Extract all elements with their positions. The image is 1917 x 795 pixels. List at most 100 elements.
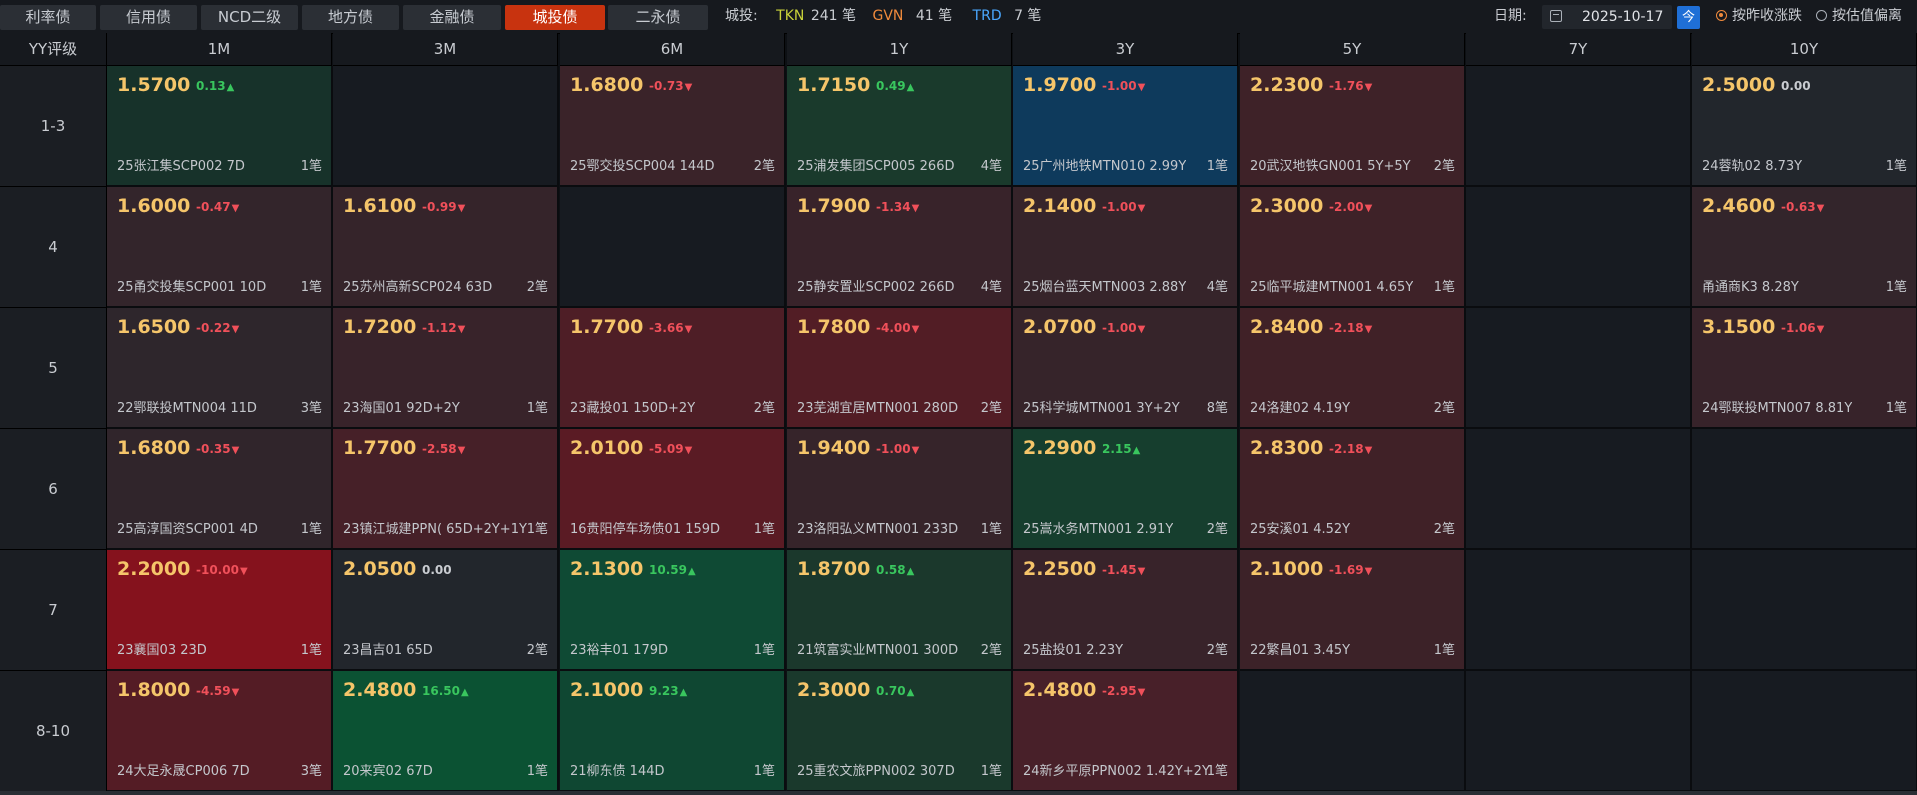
radio-label: 按昨收涨跌 bbox=[1732, 8, 1802, 24]
quote-cell[interactable]: 2.1300 10.59▲ 23裕丰01 179D 1笔 bbox=[560, 550, 786, 671]
radio-label: 按估值偏离 bbox=[1832, 8, 1902, 24]
tab-1[interactable]: 信用债 bbox=[100, 5, 197, 30]
yield-value: 1.6800 bbox=[117, 437, 191, 459]
quote-cell[interactable]: 1.6500 -0.22▼ 22鄂联投MTN004 11D 3笔 bbox=[107, 308, 333, 429]
quote-cell[interactable]: 2.3000 0.70▲ 25重农文旅PPN002 307D 1笔 bbox=[787, 671, 1013, 792]
date-picker[interactable]: 2025-10-17 bbox=[1542, 5, 1672, 29]
bond-name: 25甬交投集SCP001 10D bbox=[117, 280, 267, 295]
quote-cell[interactable]: 2.1000 -1.69▼ 22繁昌01 3.45Y 1笔 bbox=[1240, 550, 1466, 671]
quote-cell[interactable]: 1.8700 0.58▲ 21筑富实业MTN001 300D 2笔 bbox=[787, 550, 1013, 671]
change-value: 9.23▲ bbox=[649, 684, 687, 698]
radio-valuation-deviation[interactable]: 按估值偏离 bbox=[1816, 0, 1902, 33]
yield-value: 1.7900 bbox=[797, 195, 871, 217]
change-value: 0.00 bbox=[422, 563, 452, 577]
quote-cell[interactable]: 1.7900 -1.34▼ 25静安置业SCP002 266D 4笔 bbox=[787, 187, 1013, 308]
row-label: 4 bbox=[0, 187, 107, 308]
tab-5[interactable]: 城投债 bbox=[505, 5, 605, 30]
arrow-down-icon: ▼ bbox=[457, 203, 466, 214]
quote-cell[interactable]: 1.7800 -4.00▼ 23芜湖宜居MTN001 280D 2笔 bbox=[787, 308, 1013, 429]
change-value: -1.00▼ bbox=[1102, 200, 1145, 214]
quote-cell[interactable]: 1.6800 -0.73▼ 25鄂交投SCP004 144D 2笔 bbox=[560, 66, 786, 187]
quote-cell[interactable]: 2.2500 -1.45▼ 25盐投01 2.23Y 2笔 bbox=[1013, 550, 1239, 671]
tab-2[interactable]: NCD二级 bbox=[201, 5, 298, 30]
quote-cell[interactable]: 2.0700 -1.00▼ 25科学城MTN001 3Y+2Y 8笔 bbox=[1013, 308, 1239, 429]
calendar-icon[interactable] bbox=[1550, 10, 1562, 22]
quote-cell[interactable]: 2.5000 0.00 24蓉轨02 8.73Y 1笔 bbox=[1692, 66, 1917, 187]
row-label: 1-3 bbox=[0, 66, 107, 187]
tab-3[interactable]: 地方债 bbox=[302, 5, 399, 30]
column-header-1M[interactable]: 1M bbox=[107, 33, 332, 66]
column-header-3Y[interactable]: 3Y bbox=[1013, 33, 1238, 66]
quote-cell[interactable]: 2.8400 -2.18▼ 24洛建02 4.19Y 2笔 bbox=[1240, 308, 1466, 429]
empty-cell bbox=[1466, 308, 1692, 429]
quote-cell[interactable]: 2.4800 -2.95▼ 24新乡平原PPN002 1.42Y+2Y 1笔 bbox=[1013, 671, 1239, 792]
quote-cell[interactable]: 2.2900 2.15▲ 25嵩水务MTN001 2.91Y 2笔 bbox=[1013, 429, 1239, 550]
change-value: 0.70▲ bbox=[876, 684, 914, 698]
tab-6[interactable]: 二永债 bbox=[608, 5, 708, 30]
trade-count: 1笔 bbox=[1433, 643, 1455, 658]
date-value: 2025-10-17 bbox=[1582, 9, 1664, 25]
quote-cell[interactable]: 1.9400 -1.00▼ 23洛阳弘义MTN001 233D 1笔 bbox=[787, 429, 1013, 550]
change-text: -1.00 bbox=[1102, 200, 1137, 214]
column-header-10Y[interactable]: 10Y bbox=[1692, 33, 1917, 66]
quote-cell[interactable]: 2.4800 16.50▲ 20来宾02 67D 1笔 bbox=[333, 671, 559, 792]
change-value: -2.58▼ bbox=[422, 442, 465, 456]
change-value: 10.59▲ bbox=[649, 563, 696, 577]
trade-count: 1笔 bbox=[300, 280, 322, 295]
change-value: -1.69▼ bbox=[1329, 563, 1372, 577]
quote-cell[interactable]: 2.2000 -10.00▼ 23襄国03 23D 1笔 bbox=[107, 550, 333, 671]
column-header-3M[interactable]: 3M bbox=[333, 33, 558, 66]
arrow-up-icon: ▲ bbox=[906, 566, 915, 577]
change-text: -1.06 bbox=[1781, 321, 1816, 335]
change-text: -1.00 bbox=[1102, 79, 1137, 93]
quote-cell[interactable]: 1.7150 0.49▲ 25浦发集团SCP005 266D 4笔 bbox=[787, 66, 1013, 187]
bond-name: 25嵩水务MTN001 2.91Y bbox=[1023, 522, 1174, 537]
trade-count: 2笔 bbox=[980, 401, 1002, 416]
column-header-6M[interactable]: 6M bbox=[560, 33, 785, 66]
trade-count: 1笔 bbox=[753, 522, 775, 537]
quote-cell[interactable]: 2.1000 9.23▲ 21柳东债 144D 1笔 bbox=[560, 671, 786, 792]
change-text: -1.34 bbox=[876, 200, 911, 214]
trade-count: 2笔 bbox=[1206, 522, 1228, 537]
quote-cell[interactable]: 1.6100 -0.99▼ 25苏州高新SCP024 63D 2笔 bbox=[333, 187, 559, 308]
yield-value: 2.4800 bbox=[343, 679, 417, 701]
horizontal-scrollbar[interactable] bbox=[0, 791, 1917, 795]
quote-cell[interactable]: 1.7200 -1.12▼ 23海国01 92D+2Y 1笔 bbox=[333, 308, 559, 429]
change-value: -0.63▼ bbox=[1781, 200, 1824, 214]
quote-cell[interactable]: 1.7700 -3.66▼ 23藏投01 150D+2Y 2笔 bbox=[560, 308, 786, 429]
trade-count: 1笔 bbox=[980, 764, 1002, 779]
quote-cell[interactable]: 2.0500 0.00 23昌吉01 65D 2笔 bbox=[333, 550, 559, 671]
quote-cell[interactable]: 1.9700 -1.00▼ 25广州地铁MTN010 2.99Y 1笔 bbox=[1013, 66, 1239, 187]
column-header-1Y[interactable]: 1Y bbox=[787, 33, 1012, 66]
quote-cell[interactable]: 2.8300 -2.18▼ 25安溪01 4.52Y 2笔 bbox=[1240, 429, 1466, 550]
quote-cell[interactable]: 1.6800 -0.35▼ 25高淳国资SCP001 4D 1笔 bbox=[107, 429, 333, 550]
quote-cell[interactable]: 2.0100 -5.09▼ 16贵阳停车场债01 159D 1笔 bbox=[560, 429, 786, 550]
tab-0[interactable]: 利率债 bbox=[0, 5, 96, 30]
arrow-down-icon: ▼ bbox=[1137, 566, 1146, 577]
arrow-down-icon: ▼ bbox=[1137, 324, 1146, 335]
quote-cell[interactable]: 1.8000 -4.59▼ 24大足永晟CP006 7D 3笔 bbox=[107, 671, 333, 792]
empty-cell bbox=[1466, 429, 1692, 550]
column-header-7Y[interactable]: 7Y bbox=[1466, 33, 1691, 66]
column-header-5Y[interactable]: 5Y bbox=[1240, 33, 1465, 66]
bond-name: 25鄂交投SCP004 144D bbox=[570, 159, 715, 174]
quote-cell[interactable]: 2.2300 -1.76▼ 20武汉地铁GN001 5Y+5Y 2笔 bbox=[1240, 66, 1466, 187]
yield-value: 1.6100 bbox=[343, 195, 417, 217]
quote-cell[interactable]: 2.3000 -2.00▼ 25临平城建MTN001 4.65Y 1笔 bbox=[1240, 187, 1466, 308]
quote-cell[interactable]: 2.1400 -1.00▼ 25烟台蓝天MTN003 2.88Y 4笔 bbox=[1013, 187, 1239, 308]
today-button[interactable]: 今 bbox=[1677, 6, 1700, 29]
quote-cell[interactable]: 1.7700 -2.58▼ 23镇江城建PPN( 65D+2Y+1Y 1笔 bbox=[333, 429, 559, 550]
trade-summary: 城投: TKN 241 笔 GVN 41 笔 TRD 7 笔 bbox=[725, 0, 1043, 33]
quote-cell[interactable]: 1.5700 0.13▲ 25张江集SCP002 7D 1笔 bbox=[107, 66, 333, 187]
change-text: -1.45 bbox=[1102, 563, 1137, 577]
quote-cell[interactable]: 2.4600 -0.63▼ 甬通商K3 8.28Y 1笔 bbox=[1692, 187, 1917, 308]
quote-cell[interactable]: 1.6000 -0.47▼ 25甬交投集SCP001 10D 1笔 bbox=[107, 187, 333, 308]
empty-cell bbox=[1466, 187, 1692, 308]
trade-count: 2笔 bbox=[1433, 159, 1455, 174]
change-text: -0.99 bbox=[422, 200, 457, 214]
bond-name: 23镇江城建PPN( 65D+2Y+1Y bbox=[343, 522, 527, 537]
radio-prev-close[interactable]: 按昨收涨跌 bbox=[1716, 0, 1802, 33]
change-text: -1.76 bbox=[1329, 79, 1364, 93]
quote-cell[interactable]: 3.1500 -1.06▼ 24鄂联投MTN007 8.81Y 1笔 bbox=[1692, 308, 1917, 429]
tab-4[interactable]: 金融债 bbox=[403, 5, 501, 30]
